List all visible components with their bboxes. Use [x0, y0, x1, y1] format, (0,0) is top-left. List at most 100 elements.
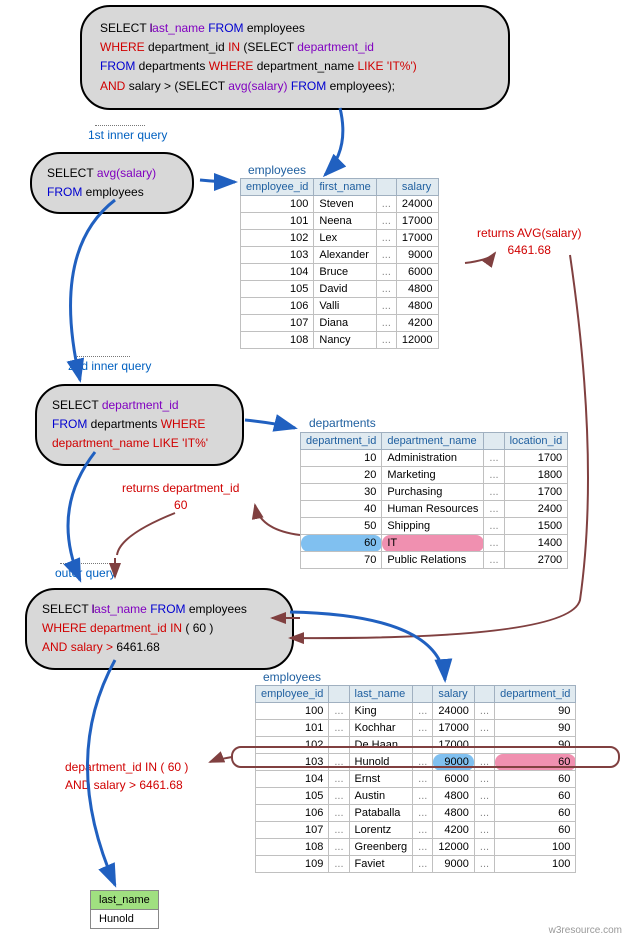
- val: 6461.68: [508, 243, 551, 257]
- cell: 9000: [433, 754, 475, 771]
- cell: ...: [474, 737, 494, 754]
- cell: ...: [413, 754, 433, 771]
- table-row: 104Bruce...6000: [241, 264, 439, 281]
- cell: 4200: [396, 315, 438, 332]
- cell: 101: [256, 720, 329, 737]
- cell: Hunold: [349, 754, 413, 771]
- cell: ...: [413, 771, 433, 788]
- cell: 102: [256, 737, 329, 754]
- cell: ...: [474, 771, 494, 788]
- cell: 101: [241, 213, 314, 230]
- cell: 102: [241, 230, 314, 247]
- table-row: 10Administration...1700: [301, 450, 568, 467]
- col: department_id: [148, 40, 225, 54]
- kw: SELECT: [52, 398, 98, 412]
- cell: King: [349, 703, 413, 720]
- result-value: Hunold: [91, 910, 159, 929]
- cell: 24000: [396, 196, 438, 213]
- tbl: employees: [247, 21, 305, 35]
- label-conditions: department_id IN ( 60 ) AND salary > 646…: [65, 758, 188, 794]
- cell: Administration: [382, 450, 484, 467]
- kw: SELECT: [42, 602, 88, 616]
- cell: 4200: [433, 822, 475, 839]
- val: 60: [174, 498, 187, 512]
- cell: 1700: [504, 450, 568, 467]
- cell: 60: [301, 535, 382, 552]
- table-title-departments: departments: [309, 416, 376, 430]
- cell: 100: [495, 856, 576, 873]
- kw: AND: [42, 640, 67, 654]
- cell: 9000: [433, 856, 475, 873]
- table-row: 20Marketing...1800: [301, 467, 568, 484]
- cell: ...: [376, 230, 396, 247]
- kw: LIKE: [153, 436, 179, 450]
- col: salary >: [129, 79, 171, 93]
- kw: FROM: [150, 602, 185, 616]
- cell: ...: [484, 467, 504, 484]
- cell: ...: [484, 552, 504, 569]
- cell: 60: [495, 788, 576, 805]
- cell: ...: [329, 703, 349, 720]
- val: 6461.68: [116, 640, 159, 654]
- table-row: 102...De Haan...17000...90: [256, 737, 576, 754]
- cell: 105: [256, 788, 329, 805]
- cell: 100: [256, 703, 329, 720]
- cell: 107: [241, 315, 314, 332]
- fn: avg(salary): [228, 79, 287, 93]
- kw: IN: [170, 621, 182, 635]
- col-header: last_name: [349, 686, 413, 703]
- table-row: 108...Greenberg...12000...100: [256, 839, 576, 856]
- cell: Valli: [314, 298, 376, 315]
- cell: 103: [241, 247, 314, 264]
- table-row: 108Nancy...12000: [241, 332, 439, 349]
- cell: 108: [256, 839, 329, 856]
- col-header: [376, 179, 396, 196]
- cell: 103: [256, 754, 329, 771]
- cell: 4800: [396, 281, 438, 298]
- label-returns-deptid: returns department_id 60: [122, 480, 239, 514]
- cell: 4800: [433, 788, 475, 805]
- table-row: 107...Lorentz...4200...60: [256, 822, 576, 839]
- main-query-bubble: SELECT llast_name FROM employees WHERE d…: [80, 5, 510, 110]
- cell: IT: [382, 535, 484, 552]
- tbl: employees: [189, 602, 247, 616]
- cell: ...: [484, 518, 504, 535]
- col: department_name: [52, 436, 149, 450]
- cell: 90: [495, 720, 576, 737]
- cell: ...: [474, 703, 494, 720]
- cell: ...: [474, 822, 494, 839]
- col-header: [413, 686, 433, 703]
- cell: 108: [241, 332, 314, 349]
- cell: Diana: [314, 315, 376, 332]
- cell: ...: [329, 754, 349, 771]
- col: department_id: [102, 398, 179, 412]
- cell: ...: [376, 264, 396, 281]
- cell: Marketing: [382, 467, 484, 484]
- table-title-employees-1: employees: [248, 163, 306, 177]
- cell: ...: [329, 771, 349, 788]
- cell: David: [314, 281, 376, 298]
- cell: Nancy: [314, 332, 376, 349]
- cell: ...: [329, 788, 349, 805]
- watermark: w3resource.com: [549, 925, 622, 936]
- tbl: departments: [91, 417, 158, 431]
- cell: ...: [376, 332, 396, 349]
- cell: ...: [484, 484, 504, 501]
- table-row: 103...Hunold...9000...60: [256, 754, 576, 771]
- outer-query-bubble: SELECT llast_name FROM employees WHERE d…: [25, 588, 294, 670]
- col-header: [484, 433, 504, 450]
- col-header: [329, 686, 349, 703]
- kw: (SELECT: [174, 79, 224, 93]
- label-2nd-inner: 2nd inner query: [68, 359, 151, 373]
- label-returns-avg: returns AVG(salary) 6461.68: [477, 225, 581, 259]
- cell: 20: [301, 467, 382, 484]
- employees-table-2: employee_idlast_namesalarydepartment_id1…: [255, 685, 576, 873]
- tbl: employees: [86, 185, 144, 199]
- cell: ...: [413, 839, 433, 856]
- table-row: 106Valli...4800: [241, 298, 439, 315]
- kw: WHERE: [209, 59, 254, 73]
- cell: 104: [241, 264, 314, 281]
- col: last_name: [91, 602, 146, 616]
- cell: Bruce: [314, 264, 376, 281]
- cell: 1400: [504, 535, 568, 552]
